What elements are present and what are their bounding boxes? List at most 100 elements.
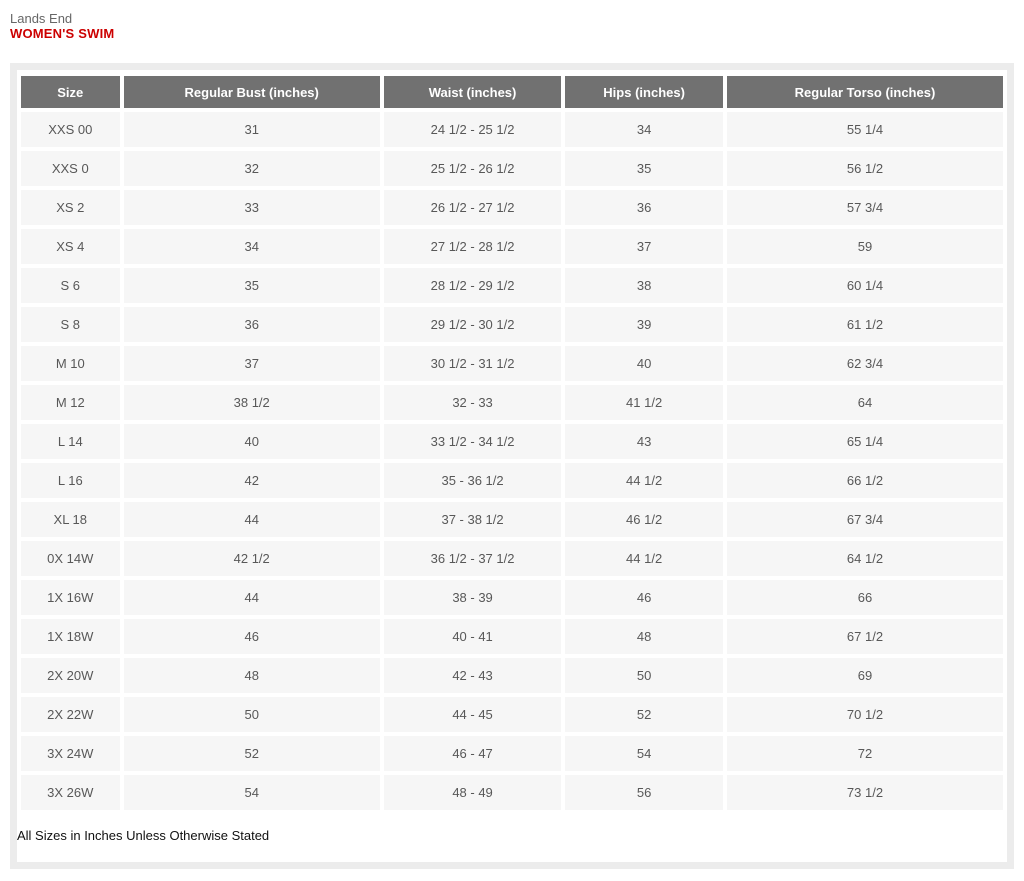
cell-bust: 48	[124, 658, 380, 693]
cell-waist: 37 - 38 1/2	[384, 502, 561, 537]
cell-waist: 32 - 33	[384, 385, 561, 420]
cell-bust: 52	[124, 736, 380, 771]
cell-bust: 44	[124, 502, 380, 537]
cell-bust: 40	[124, 424, 380, 459]
table-row: 1X 16W4438 - 394666	[21, 580, 1003, 615]
size-chart-table: SizeRegular Bust (inches)Waist (inches)H…	[17, 72, 1007, 814]
cell-size: XXS 00	[21, 112, 120, 147]
cell-bust: 35	[124, 268, 380, 303]
cell-bust: 44	[124, 580, 380, 615]
cell-torso: 66 1/2	[727, 463, 1003, 498]
cell-waist: 40 - 41	[384, 619, 561, 654]
cell-torso: 65 1/4	[727, 424, 1003, 459]
cell-waist: 38 - 39	[384, 580, 561, 615]
cell-hips: 52	[565, 697, 723, 732]
cell-size: S 6	[21, 268, 120, 303]
column-header-size: Size	[21, 76, 120, 108]
cell-hips: 44 1/2	[565, 463, 723, 498]
cell-hips: 41 1/2	[565, 385, 723, 420]
cell-torso: 69	[727, 658, 1003, 693]
table-row: L 144033 1/2 - 34 1/24365 1/4	[21, 424, 1003, 459]
cell-hips: 38	[565, 268, 723, 303]
cell-size: L 14	[21, 424, 120, 459]
cell-bust: 36	[124, 307, 380, 342]
cell-torso: 61 1/2	[727, 307, 1003, 342]
cell-hips: 43	[565, 424, 723, 459]
cell-waist: 35 - 36 1/2	[384, 463, 561, 498]
cell-size: 0X 14W	[21, 541, 120, 576]
cell-size: 1X 16W	[21, 580, 120, 615]
cell-size: S 8	[21, 307, 120, 342]
table-row: XS 23326 1/2 - 27 1/23657 3/4	[21, 190, 1003, 225]
cell-hips: 34	[565, 112, 723, 147]
cell-size: XL 18	[21, 502, 120, 537]
table-row: XL 184437 - 38 1/246 1/267 3/4	[21, 502, 1003, 537]
cell-waist: 30 1/2 - 31 1/2	[384, 346, 561, 381]
table-row: 3X 24W5246 - 475472	[21, 736, 1003, 771]
cell-hips: 56	[565, 775, 723, 810]
cell-torso: 60 1/4	[727, 268, 1003, 303]
table-row: M 1238 1/232 - 3341 1/264	[21, 385, 1003, 420]
cell-bust: 33	[124, 190, 380, 225]
column-header-torso: Regular Torso (inches)	[727, 76, 1003, 108]
page-header: Lands End WOMEN'S SWIM	[10, 11, 1024, 42]
cell-size: XS 4	[21, 229, 120, 264]
cell-size: L 16	[21, 463, 120, 498]
footnote: All Sizes in Inches Unless Otherwise Sta…	[17, 828, 1007, 844]
size-chart-body: XXS 003124 1/2 - 25 1/23455 1/4XXS 03225…	[21, 112, 1003, 810]
cell-size: 3X 26W	[21, 775, 120, 810]
cell-bust: 46	[124, 619, 380, 654]
cell-size: XXS 0	[21, 151, 120, 186]
cell-size: 1X 18W	[21, 619, 120, 654]
table-row: S 83629 1/2 - 30 1/23961 1/2	[21, 307, 1003, 342]
cell-hips: 54	[565, 736, 723, 771]
cell-torso: 62 3/4	[727, 346, 1003, 381]
cell-bust: 38 1/2	[124, 385, 380, 420]
page-title: WOMEN'S SWIM	[10, 26, 1024, 42]
cell-hips: 35	[565, 151, 723, 186]
size-chart-header: SizeRegular Bust (inches)Waist (inches)H…	[21, 76, 1003, 108]
cell-waist: 26 1/2 - 27 1/2	[384, 190, 561, 225]
cell-torso: 56 1/2	[727, 151, 1003, 186]
cell-hips: 46 1/2	[565, 502, 723, 537]
cell-size: 3X 24W	[21, 736, 120, 771]
column-header-bust: Regular Bust (inches)	[124, 76, 380, 108]
cell-torso: 67 1/2	[727, 619, 1003, 654]
cell-waist: 29 1/2 - 30 1/2	[384, 307, 561, 342]
cell-torso: 67 3/4	[727, 502, 1003, 537]
cell-torso: 66	[727, 580, 1003, 615]
table-row: 2X 20W4842 - 435069	[21, 658, 1003, 693]
cell-hips: 37	[565, 229, 723, 264]
cell-waist: 46 - 47	[384, 736, 561, 771]
cell-hips: 40	[565, 346, 723, 381]
cell-torso: 55 1/4	[727, 112, 1003, 147]
cell-bust: 37	[124, 346, 380, 381]
cell-size: XS 2	[21, 190, 120, 225]
table-row: XS 43427 1/2 - 28 1/23759	[21, 229, 1003, 264]
cell-waist: 24 1/2 - 25 1/2	[384, 112, 561, 147]
cell-bust: 42	[124, 463, 380, 498]
cell-waist: 25 1/2 - 26 1/2	[384, 151, 561, 186]
table-row: L 164235 - 36 1/244 1/266 1/2	[21, 463, 1003, 498]
cell-size: 2X 20W	[21, 658, 120, 693]
cell-waist: 33 1/2 - 34 1/2	[384, 424, 561, 459]
cell-hips: 39	[565, 307, 723, 342]
cell-bust: 50	[124, 697, 380, 732]
table-row: 0X 14W42 1/236 1/2 - 37 1/244 1/264 1/2	[21, 541, 1003, 576]
table-row: XXS 003124 1/2 - 25 1/23455 1/4	[21, 112, 1003, 147]
table-row: 1X 18W4640 - 414867 1/2	[21, 619, 1003, 654]
cell-torso: 59	[727, 229, 1003, 264]
cell-waist: 44 - 45	[384, 697, 561, 732]
cell-size: 2X 22W	[21, 697, 120, 732]
table-row: M 103730 1/2 - 31 1/24062 3/4	[21, 346, 1003, 381]
cell-hips: 44 1/2	[565, 541, 723, 576]
column-header-waist: Waist (inches)	[384, 76, 561, 108]
cell-waist: 28 1/2 - 29 1/2	[384, 268, 561, 303]
cell-torso: 64 1/2	[727, 541, 1003, 576]
cell-bust: 42 1/2	[124, 541, 380, 576]
size-chart-frame: SizeRegular Bust (inches)Waist (inches)H…	[10, 63, 1014, 869]
cell-torso: 73 1/2	[727, 775, 1003, 810]
brand-label: Lands End	[10, 11, 1024, 26]
cell-hips: 36	[565, 190, 723, 225]
column-header-hips: Hips (inches)	[565, 76, 723, 108]
